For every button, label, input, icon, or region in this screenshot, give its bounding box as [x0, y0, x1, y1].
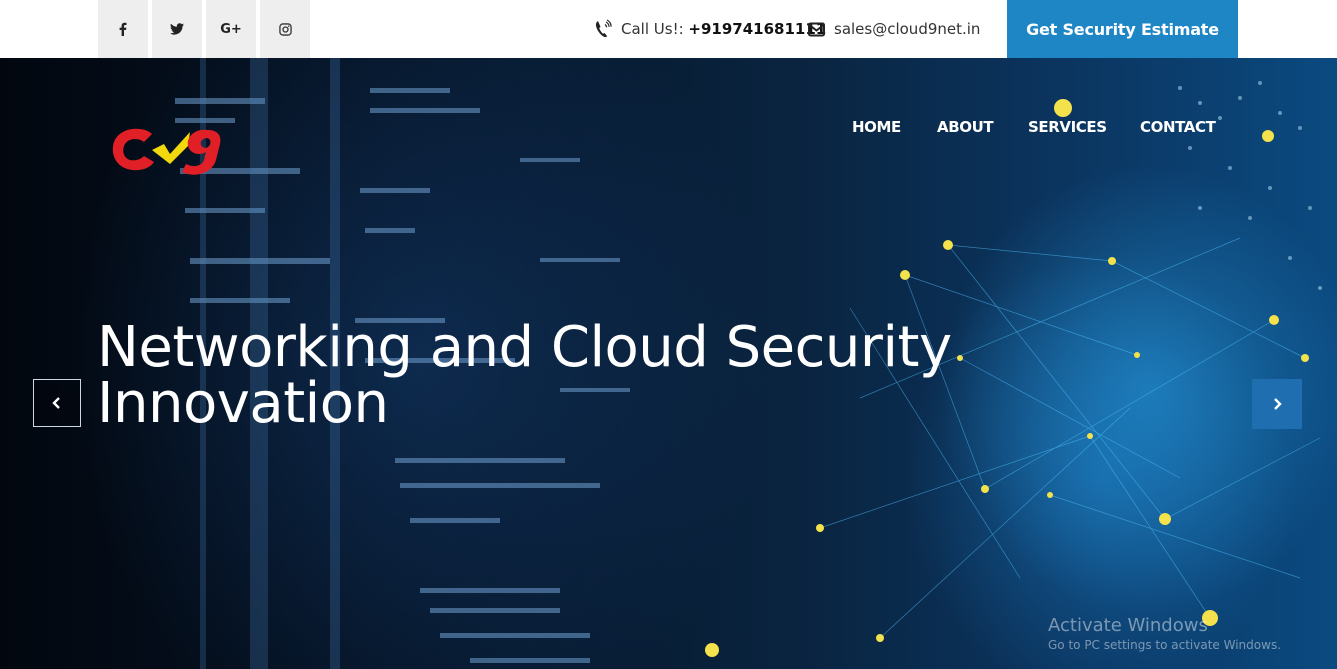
slider-prev-button[interactable]	[33, 379, 81, 427]
chevron-right-icon	[1274, 398, 1282, 410]
get-security-estimate-button[interactable]: Get Security Estimate	[1007, 0, 1238, 58]
top-bar: G+ Call Us!: +919741681111 sales@cloud9n…	[0, 0, 1337, 58]
twitter-icon[interactable]	[152, 0, 202, 58]
slider-next-button[interactable]	[1252, 379, 1302, 429]
nav-services[interactable]: SERVICES	[1028, 118, 1107, 140]
phone-icon	[594, 19, 612, 39]
watermark-subtitle: Go to PC settings to activate Windows.	[1048, 638, 1282, 652]
nav-home[interactable]: HOME	[852, 118, 901, 140]
cloud9-logo[interactable]	[108, 124, 228, 176]
activate-windows-watermark: Activate Windows Go to PC settings to ac…	[1048, 615, 1281, 652]
call-us: Call Us!: +919741681111	[594, 0, 826, 58]
hero-headline-line2: Innovation	[97, 371, 389, 436]
google-plus-icon[interactable]: G+	[206, 0, 256, 58]
nav-about[interactable]: ABOUT	[937, 118, 994, 140]
facebook-icon[interactable]	[98, 0, 148, 58]
instagram-icon[interactable]	[260, 0, 310, 58]
call-label: Call Us!:	[621, 20, 684, 38]
chevron-left-icon	[52, 397, 60, 409]
nav-contact[interactable]: CONTACT	[1140, 118, 1216, 140]
hero-headline: Networking and Cloud Security Innovation	[97, 320, 1097, 432]
phone-number[interactable]: +919741681111	[688, 20, 826, 38]
hero-slider: HOME ABOUT SERVICES CONTACT Networking a…	[0, 58, 1337, 669]
email-contact: sales@cloud9net.in	[808, 0, 980, 58]
watermark-title: Activate Windows	[1048, 615, 1208, 636]
envelope-icon	[808, 22, 825, 37]
hero-headline-line1: Networking and Cloud Security	[97, 315, 952, 380]
email-link[interactable]: sales@cloud9net.in	[834, 20, 980, 38]
